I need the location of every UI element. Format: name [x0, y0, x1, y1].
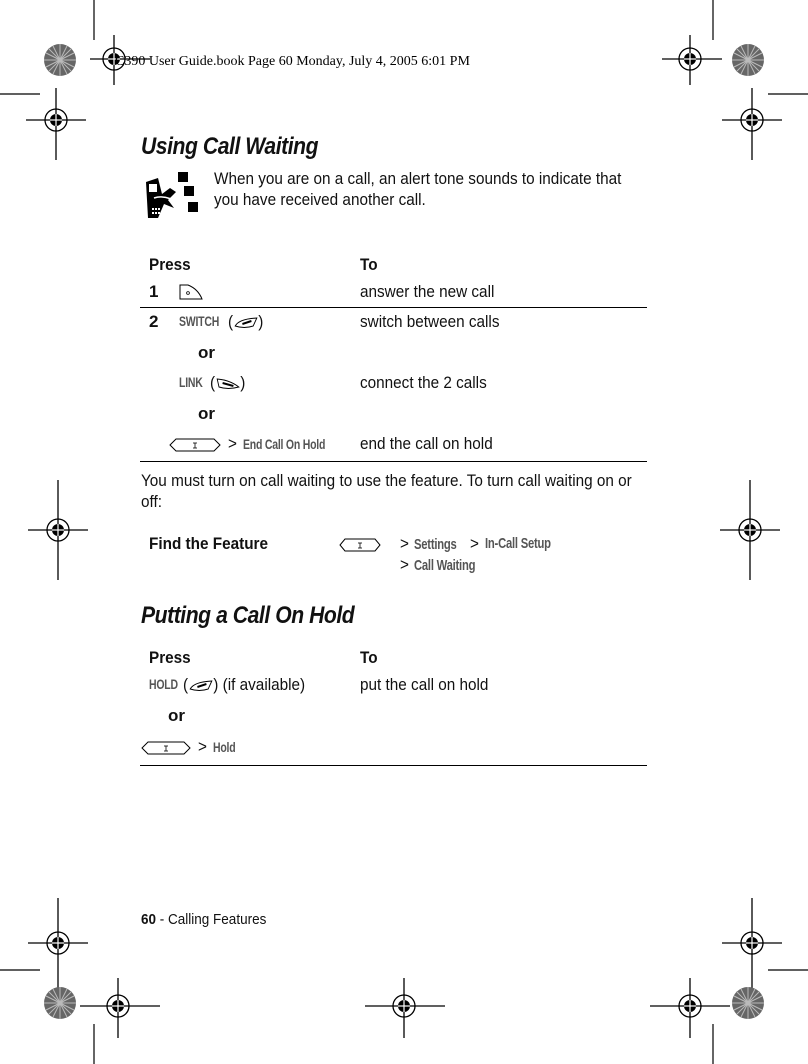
registration-mark-icon: [650, 978, 730, 1038]
action-description: connect the 2 calls: [360, 373, 487, 392]
column-header-to: To: [360, 648, 378, 667]
right-soft-key-paren: (): [228, 312, 264, 331]
action-description: answer the new call: [360, 282, 495, 301]
switch-softkey-row: SWITCH: [179, 313, 232, 331]
send-key-icon: [179, 284, 203, 300]
or-separator: or: [198, 404, 215, 423]
intro-text: When you are on a call, an alert tone so…: [214, 169, 622, 209]
footer-section-name: Calling Features: [168, 911, 267, 928]
menu-separator: >: [198, 737, 207, 756]
menu-item-settings: Settings: [414, 536, 457, 553]
find-feature-label: Find the Feature: [149, 534, 269, 553]
registration-mark-icon: [26, 88, 86, 160]
left-soft-key-icon: [216, 377, 240, 389]
registration-mark-icon: [720, 480, 780, 580]
left-soft-key-paren: (): [210, 373, 246, 392]
column-header-press: Press: [149, 648, 191, 667]
feature-path-line-1: > Settings: [400, 534, 471, 554]
call-waiting-note: You must turn on call waiting to use the…: [141, 471, 632, 511]
softkey-label-switch: SWITCH: [179, 313, 220, 329]
availability-note: (if available): [222, 675, 306, 694]
menu-item-call-waiting: Call Waiting: [414, 557, 476, 574]
registration-mark-icon: [365, 978, 445, 1038]
section-title-call-hold: Putting a Call On Hold: [141, 602, 355, 629]
menu-item-hold: Hold: [213, 739, 236, 755]
table-bottom-rule: [140, 461, 647, 462]
registration-mark-icon: [662, 35, 722, 85]
footer-dash: -: [156, 911, 169, 928]
or-separator: or: [168, 706, 185, 725]
registration-mark-icon: [28, 480, 88, 580]
registration-mark-icon: [722, 898, 782, 988]
hold-softkey-row: HOLD: [149, 676, 187, 694]
action-description: end the call on hold: [360, 434, 493, 453]
softkey-label-link: LINK: [179, 374, 203, 390]
section-title-call-waiting: Using Call Waiting: [141, 133, 319, 160]
path-separator: >: [470, 534, 479, 553]
page-number: 60: [141, 911, 157, 928]
menu-item-in-call-setup: In-Call Setup: [485, 535, 551, 552]
path-separator: >: [400, 534, 409, 553]
menu-item-row: End Call On Hold: [243, 436, 353, 454]
feature-path-line-2: > Call Waiting: [400, 555, 496, 575]
step-number: 1: [149, 282, 159, 301]
right-soft-key-paren: () (if available): [183, 675, 306, 694]
hold-menu-row: Hold: [213, 739, 243, 757]
column-header-to: To: [360, 255, 378, 274]
registration-mark-icon: [28, 898, 88, 988]
action-description: switch between calls: [360, 312, 500, 331]
column-header-press: Press: [149, 255, 191, 274]
menu-key-icon: [169, 438, 221, 452]
menu-key-icon: [141, 741, 191, 755]
page-footer: 60 - Calling Features: [141, 911, 266, 928]
menu-separator: >: [228, 434, 237, 453]
menu-item-end-call-on-hold: End Call On Hold: [243, 436, 326, 452]
right-soft-key-icon: [189, 679, 213, 691]
action-description: put the call on hold: [360, 675, 489, 694]
softkey-label-hold: HOLD: [149, 676, 178, 692]
right-soft-key-icon: [234, 316, 258, 328]
path-separator: >: [400, 555, 409, 574]
registration-mark-icon: [80, 978, 160, 1038]
table-bottom-rule: [140, 765, 647, 766]
print-header-note: C390 User Guide.book Page 60 Monday, Jul…: [115, 54, 470, 69]
star-target-icon: [44, 44, 76, 76]
menu-key-icon: [339, 538, 381, 552]
star-target-icon: [44, 987, 76, 1019]
table-row-divider: [140, 307, 647, 308]
registration-mark-icon: [722, 88, 782, 160]
star-target-icon: [732, 987, 764, 1019]
feature-path-incall: In-Call Setup: [485, 535, 573, 553]
star-target-icon: [732, 44, 764, 76]
or-separator: or: [198, 343, 215, 362]
crop-marks: [0, 0, 808, 1064]
network-feature-icon: [146, 172, 198, 218]
link-softkey-row: LINK: [179, 374, 210, 392]
step-number: 2: [149, 312, 159, 331]
